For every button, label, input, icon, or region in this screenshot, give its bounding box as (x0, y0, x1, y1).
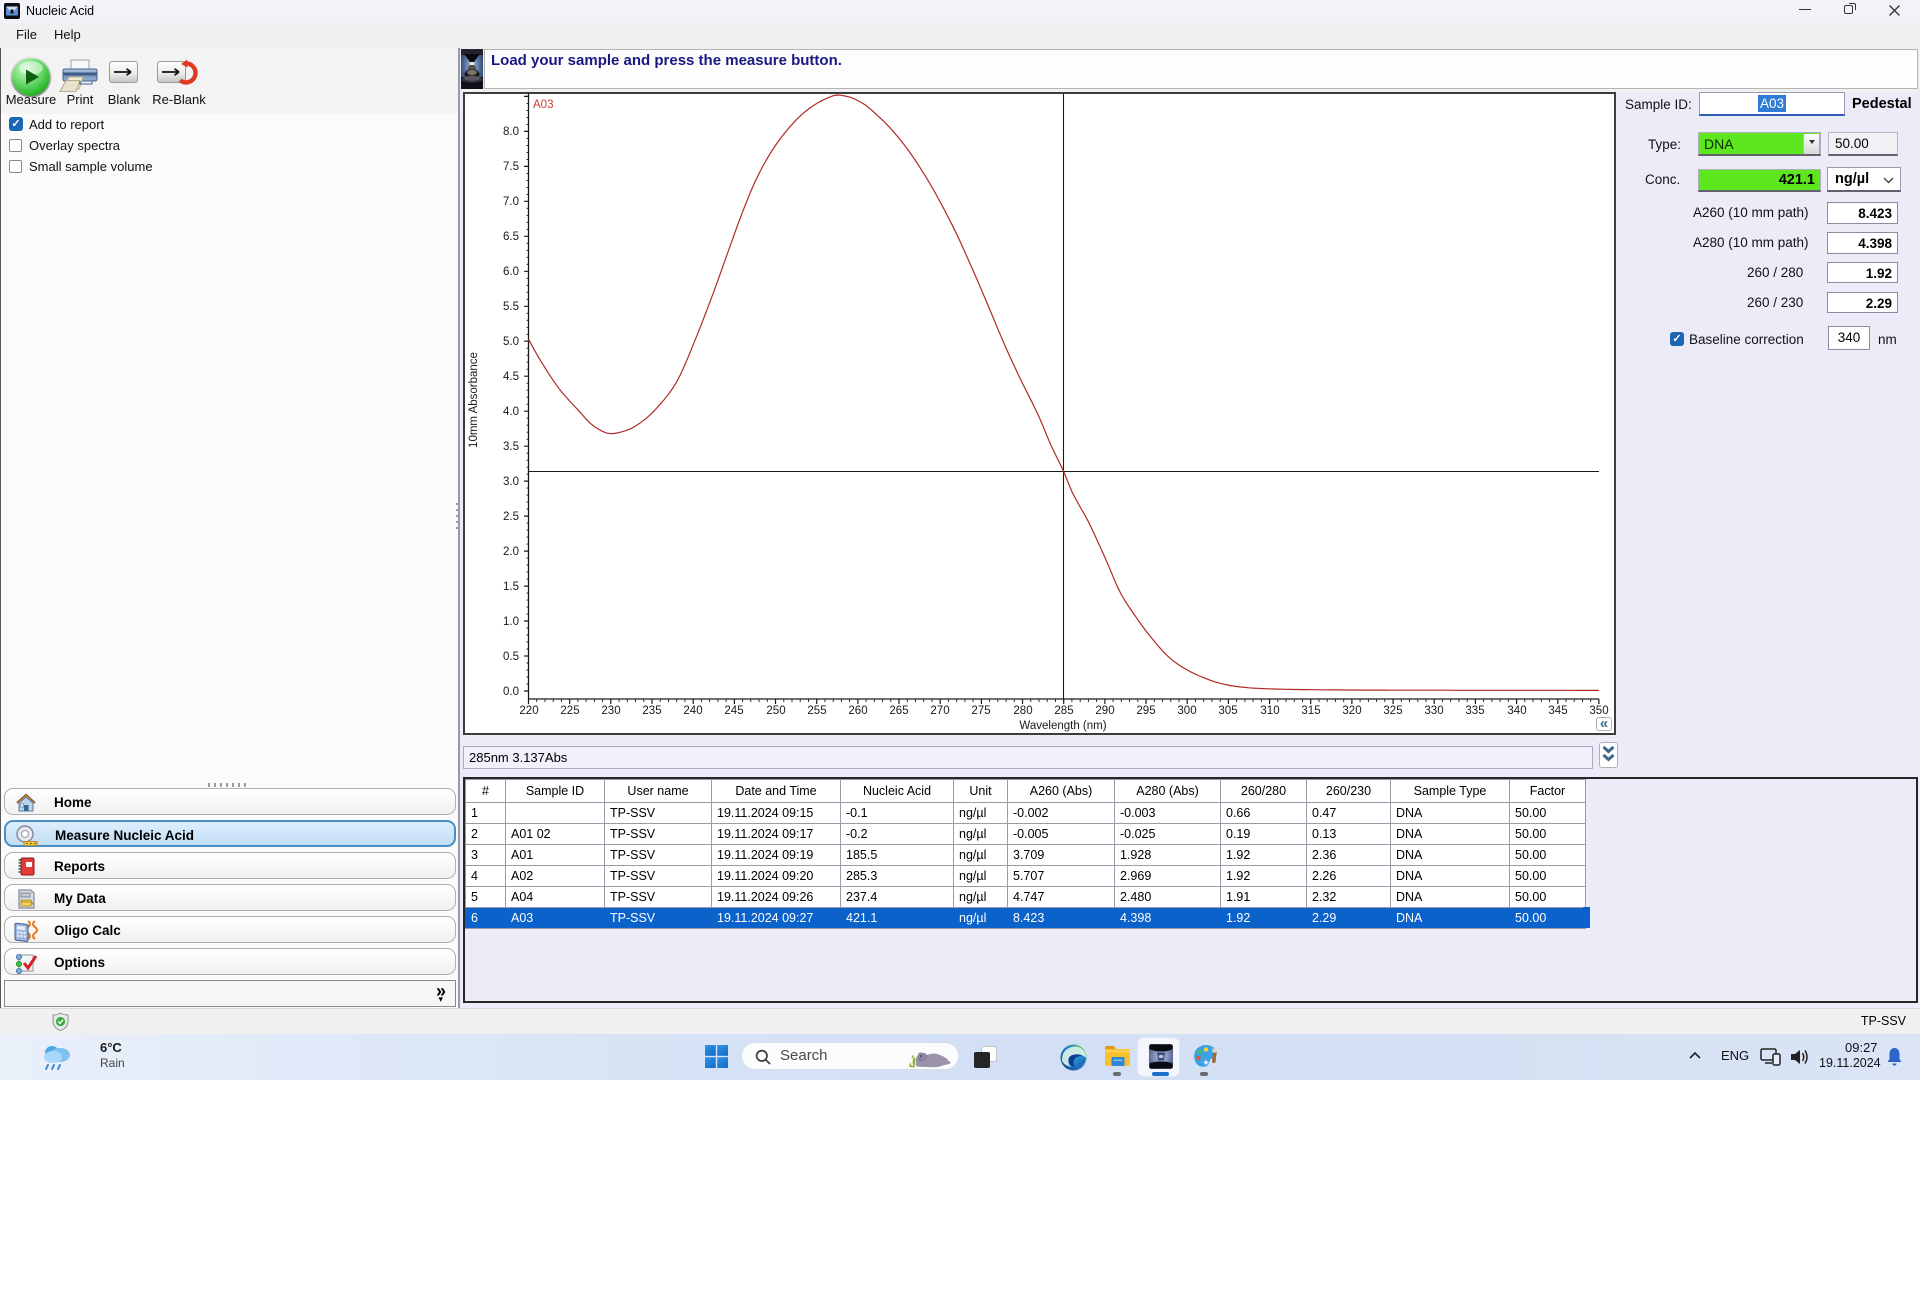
svg-text:290: 290 (1095, 705, 1114, 717)
svg-text:285: 285 (1054, 705, 1073, 717)
svg-text:255: 255 (807, 705, 826, 717)
svg-text:1.5: 1.5 (503, 581, 519, 593)
svg-text:5.0: 5.0 (503, 336, 519, 348)
svg-text:4.5: 4.5 (503, 371, 519, 383)
svg-text:7.0: 7.0 (503, 196, 519, 208)
svg-text:335: 335 (1465, 705, 1484, 717)
svg-text:0.5: 0.5 (503, 651, 519, 663)
svg-text:2.0: 2.0 (503, 546, 519, 558)
svg-text:270: 270 (930, 705, 949, 717)
svg-text:300: 300 (1177, 705, 1196, 717)
svg-text:10mm Absorbance: 10mm Absorbance (468, 352, 480, 448)
svg-text:4.0: 4.0 (503, 406, 519, 418)
svg-text:A03: A03 (533, 99, 553, 111)
svg-text:325: 325 (1383, 705, 1402, 717)
svg-text:320: 320 (1342, 705, 1361, 717)
svg-text:280: 280 (1013, 705, 1032, 717)
svg-text:3.5: 3.5 (503, 441, 519, 453)
svg-text:Wavelength (nm): Wavelength (nm) (1019, 720, 1106, 732)
svg-text:240: 240 (683, 705, 702, 717)
svg-text:295: 295 (1136, 705, 1155, 717)
svg-text:235: 235 (642, 705, 661, 717)
svg-text:310: 310 (1260, 705, 1279, 717)
svg-text:5.5: 5.5 (503, 301, 519, 313)
svg-text:260: 260 (848, 705, 867, 717)
svg-text:0.0: 0.0 (503, 686, 519, 698)
svg-text:3.0: 3.0 (503, 476, 519, 488)
svg-text:7.5: 7.5 (503, 161, 519, 173)
svg-text:1.0: 1.0 (503, 616, 519, 628)
svg-text:245: 245 (724, 705, 743, 717)
svg-text:6.0: 6.0 (503, 266, 519, 278)
svg-text:315: 315 (1301, 705, 1320, 717)
svg-text:305: 305 (1218, 705, 1237, 717)
svg-text:225: 225 (560, 705, 579, 717)
svg-text:230: 230 (601, 705, 620, 717)
svg-text:2.5: 2.5 (503, 511, 519, 523)
svg-text:265: 265 (889, 705, 908, 717)
svg-text:340: 340 (1507, 705, 1526, 717)
svg-text:8.0: 8.0 (503, 126, 519, 138)
svg-text:220: 220 (519, 705, 538, 717)
svg-text:250: 250 (766, 705, 785, 717)
svg-text:330: 330 (1424, 705, 1443, 717)
svg-text:275: 275 (971, 705, 990, 717)
svg-text:6.5: 6.5 (503, 231, 519, 243)
svg-text:345: 345 (1548, 705, 1567, 717)
